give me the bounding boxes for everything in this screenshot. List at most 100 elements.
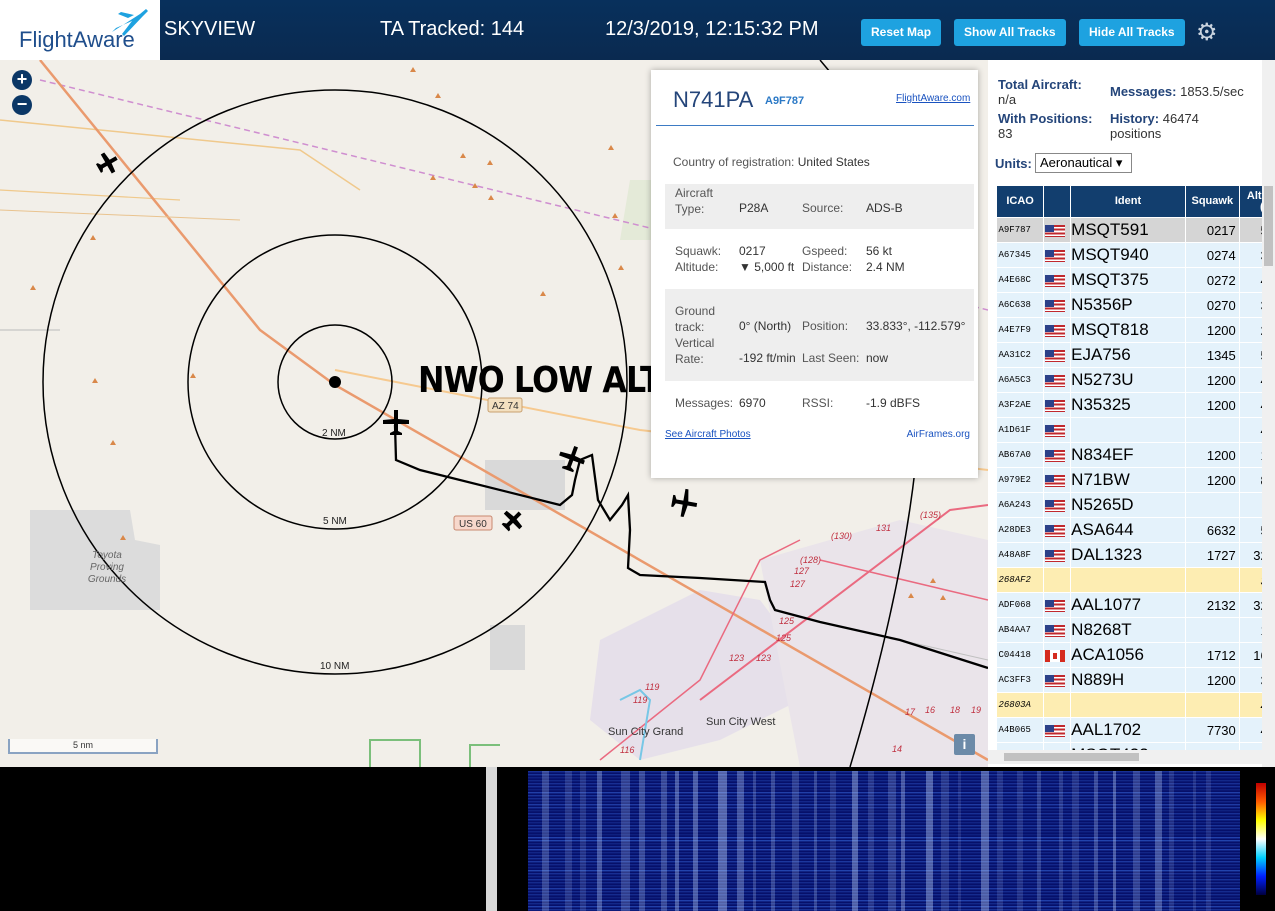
clock: 12/3/2019, 12:15:32 PM [605,18,819,40]
us-flag-icon [1045,525,1066,538]
aircraft-row[interactable]: A28DE3 ASA64466325,500 [996,517,1262,543]
show-all-tracks-button[interactable]: Show All Tracks [954,19,1066,46]
aircraft-row[interactable]: AB4AA7 N8268T 1,775 [996,617,1262,643]
aircraft-row[interactable]: AA1188 MSQT43312002,400 [996,742,1262,750]
us-flag-icon [1045,275,1066,288]
cell-icao: 268AF2 [996,567,1045,593]
aircraft-row[interactable]: A3F2AE N3532512004,700 [996,392,1262,418]
cell-alt: 32,000 [1239,542,1262,568]
column-header[interactable]: Squawk [1184,185,1240,218]
cell-squawk [1185,692,1240,718]
aircraft-row[interactable]: A1D61F 4,000 [996,417,1262,443]
horizontal-scrollbar[interactable] [988,750,1262,764]
us-flag-icon [1045,675,1066,688]
app-title: SKYVIEW [164,18,256,40]
cell-alt: 5,800 [1239,342,1262,368]
panel-splitter[interactable] [486,767,497,911]
aircraft-row[interactable]: ADF068 AAL1077213232,000 [996,592,1262,618]
cell-alt: 2,400 [1239,317,1262,343]
cell-squawk: 1200 [1185,467,1240,493]
cell-ident: ACA1056 [1070,642,1186,668]
cell-ident [1070,417,1186,443]
aircraft-row[interactable]: A48A8F DAL1323172732,000 [996,542,1262,568]
zoom-in-button[interactable]: + [12,70,32,90]
reset-map-button[interactable]: Reset Map [861,19,942,46]
svg-text:18: 18 [950,705,960,715]
svg-text:116: 116 [620,745,634,755]
cell-alt: 4,050 [1239,717,1262,743]
cell-icao: A6A243 [996,492,1045,518]
column-header[interactable]: ICAO [996,185,1045,218]
cell-icao: AA1188 [996,742,1045,750]
cell-ident: N35325 [1070,392,1186,418]
flightaware-logo[interactable]: FlightAware [0,0,160,60]
aircraft-row[interactable]: A4B065 AAL170277304,050 [996,717,1262,743]
airframes-link[interactable]: AirFrames.org [907,429,970,440]
ring-label-10nm: 10 NM [320,661,349,672]
units-select[interactable]: Aeronautical ▾ [1035,153,1132,173]
cell-ident [1070,567,1186,593]
column-header[interactable]: Altitude (ft) [1238,185,1262,218]
flag-cell [1043,242,1072,268]
gear-icon[interactable]: ⚙ [1196,18,1218,47]
cell-ident: AAL1077 [1070,592,1186,618]
aircraft-row[interactable]: A9F787 MSQT59102175,000 [996,217,1262,243]
receiver-site [329,376,341,388]
cell-icao: A6A5C3 [996,367,1045,393]
aircraft-row[interactable]: A6A5C3 N5273U12004,300 [996,367,1262,393]
column-header[interactable]: Ident [1070,185,1186,218]
cell-squawk: 1200 [1185,367,1240,393]
aircraft-row[interactable]: A6C638 N5356P02703,100 [996,292,1262,318]
vertical-scrollbar[interactable] [1262,60,1275,767]
us-flag-icon [1045,500,1066,513]
aircraft-row[interactable]: A4E68C MSQT37502724,200 [996,267,1262,293]
cell-alt: 32,000 [1239,592,1262,618]
cell-ident: N5273U [1070,367,1186,393]
aircraft-row[interactable]: AC3FF3 N889H12003,875 [996,667,1262,693]
aircraft-row[interactable]: AA31C2 EJA75613455,800 [996,342,1262,368]
cell-ident: MSQT591 [1070,217,1186,243]
cell-squawk: 1712 [1185,642,1240,668]
us-flag-icon [1045,725,1066,738]
us-flag-icon [1045,600,1066,613]
svg-text:(128): (128) [800,555,821,565]
flightaware-link[interactable]: FlightAware.com [896,93,970,104]
canada-flag-icon [1045,650,1066,663]
detail-block-squawk: Squawk: 0217 Gspeed: 56 kt Altitude: ▼ 5… [675,244,905,274]
zoom-out-button[interactable]: − [12,95,32,115]
selected-hex: A9F787 [765,95,805,107]
column-header[interactable] [1043,185,1072,218]
flag-cell [1043,667,1072,693]
svg-text:(130): (130) [831,531,852,541]
cell-squawk: 0274 [1185,242,1240,268]
aircraft-row[interactable]: C04418 ACA1056171216,550 [996,642,1262,668]
aircraft-row[interactable]: AB67A0 N834EF12001,325 [996,442,1262,468]
cell-squawk: 1727 [1185,542,1240,568]
flag-cell [1043,592,1072,618]
cell-alt: 16,550 [1239,642,1262,668]
cell-icao: A4E68C [996,267,1045,293]
cell-ident: MSQT433 [1070,742,1186,750]
us-flag-icon [1045,450,1066,463]
cell-ident: N71BW [1070,467,1186,493]
cell-icao: A67345 [996,242,1045,268]
aircraft-row[interactable]: A979E2 N71BW12008,925 [996,467,1262,493]
aircraft-row[interactable]: A67345 MSQT94002743,400 [996,242,1262,268]
cell-ident [1070,692,1186,718]
cell-squawk: 7730 [1185,717,1240,743]
aircraft-photos-link[interactable]: See Aircraft Photos [665,429,751,440]
aircraft-table-container[interactable]: ICAO IdentSquawkAltitude (ft) A9F787 MSQT5… [996,185,1262,750]
aircraft-row[interactable]: A4E7F9 MSQT81812002,400 [996,317,1262,343]
aircraft-row[interactable]: A6A243 N5265D [996,492,1262,518]
us-flag-icon [1045,550,1066,563]
cell-alt: 5,000 [1239,217,1262,243]
flag-cell [1043,717,1072,743]
with-positions-stat: With Positions: 83 [998,111,1093,141]
aircraft-row[interactable]: 268AF2 3,300 [996,567,1262,593]
aircraft-row[interactable]: 26803A 4,700 [996,692,1262,718]
hide-all-tracks-button[interactable]: Hide All Tracks [1079,19,1185,46]
cell-alt: 4,700 [1239,392,1262,418]
info-button[interactable]: i [954,734,975,755]
us-flag-icon [1045,300,1066,313]
cell-ident: N5356P [1070,292,1186,318]
